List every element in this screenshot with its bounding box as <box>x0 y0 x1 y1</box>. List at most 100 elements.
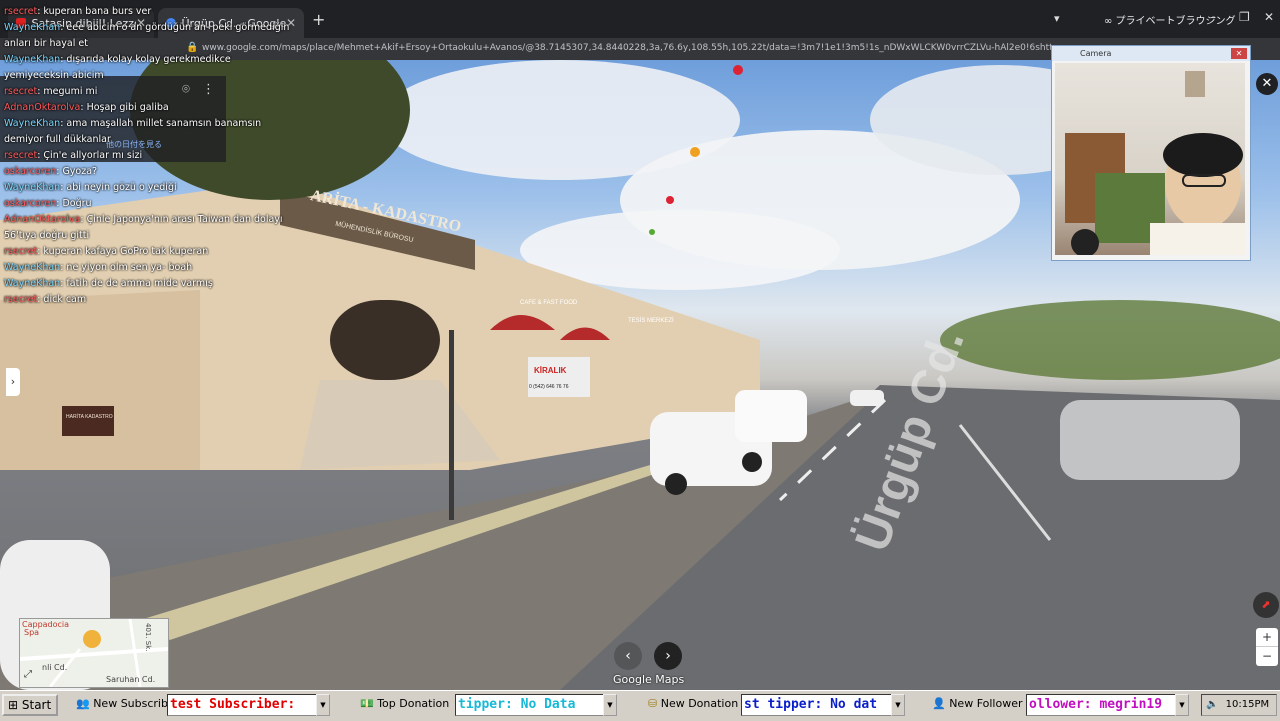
chat-username: oskarcoren <box>4 166 57 177</box>
new-subscriber-item[interactable]: 👥 New Subscriber <box>76 697 179 710</box>
chat-text: : Gyoza? <box>56 166 98 177</box>
system-tray: 🔈 10:15PM <box>1201 694 1277 716</box>
url-text[interactable]: www.google.com/maps/place/Mehmet+Akif+Er… <box>202 43 1052 53</box>
chat-text: anları bir hayal et <box>4 38 88 49</box>
chat-username: AdnanOktarolva <box>4 102 81 113</box>
chat-message: 56'tıya doğru gitti <box>4 228 264 244</box>
previous-image-button[interactable]: ‹ <box>614 642 642 670</box>
window-close-icon[interactable]: ✕ <box>1264 10 1274 24</box>
kiralik-sign: KİRALIK <box>534 366 567 375</box>
money-icon: 💵 <box>360 697 374 710</box>
new-donation-label: New Donation <box>660 697 739 710</box>
minimap[interactable]: Cappadocia Spa nli Cd. Saruhan Cd. 401. … <box>19 618 169 688</box>
chat-text: : abi neyin gözü o yediği <box>60 182 177 193</box>
chat-text: demiyor full dükkanlar <box>4 134 111 145</box>
new-follower-item[interactable]: 👤 New Follower <box>932 697 1023 710</box>
expand-minimap-icon[interactable]: ⤢ <box>24 669 32 680</box>
chat-text: 56'tıya doğru gitti <box>4 230 90 241</box>
chat-username: rsecret <box>4 294 38 305</box>
chat-username: WayneKhan <box>4 118 61 129</box>
donation-ticker: tipper: No Data <box>455 694 605 716</box>
chat-username: rsecret <box>4 246 38 257</box>
windows-logo-icon: ⊞ <box>8 698 22 712</box>
minimap-label: nli Cd. <box>42 663 68 672</box>
chat-username: WayneKhan <box>4 22 61 33</box>
small-sign: HARİTA KADASTRO <box>66 413 113 420</box>
chat-text: yemiyeceksin abicim <box>4 70 104 81</box>
chat-message: rsecret: Çin'e allyorlar mı sizi <box>4 148 264 164</box>
webcam-feed <box>1055 63 1245 255</box>
cafe-sign: CAFE & FAST FOOD <box>520 300 578 306</box>
chat-message: WayneKhan: dışarıda kolay kolay gerekmed… <box>4 52 264 68</box>
volume-icon[interactable]: 🔈 <box>1206 699 1218 710</box>
google-maps-brand: Google Maps <box>613 673 685 686</box>
taskbar: ⊞ Start 👥 New Subscriber test Subscriber… <box>0 690 1280 721</box>
chat-username: WayneKhan <box>4 262 61 273</box>
chat-text: : Çin'e allyorlar mı sizi <box>37 150 143 161</box>
chat-message: rsecret: megumi mi <box>4 84 264 100</box>
follower-ticker: ollower: megrin19 <box>1026 694 1176 716</box>
chat-text: : dick cam <box>37 294 87 305</box>
chat-text: : ama maşallah millet sanamsın banamsın <box>60 118 262 129</box>
chat-message: anları bir hayal et <box>4 36 264 52</box>
chat-username: rsecret <box>4 6 38 17</box>
chat-message: oskarcoren: Gyoza? <box>4 164 264 180</box>
coins-icon: ⛁ <box>648 697 658 710</box>
chat-message: AdnanOktarolva: Hoşap gibi galiba <box>4 100 264 116</box>
chat-text: : kuperan bana burs ver <box>37 6 152 17</box>
chat-text: : kuperan kafaya GoPro tak kuperan <box>37 246 209 257</box>
zoom-out-button[interactable]: − <box>1256 646 1278 665</box>
zoom-in-button[interactable]: + <box>1256 628 1278 646</box>
phone-sign: 0 (542) 646 76 76 <box>529 384 569 390</box>
chat-message: WayneKhan: ama maşallah millet sanamsın … <box>4 116 264 132</box>
chat-username: WayneKhan <box>4 278 61 289</box>
dropdown-arrow-icon[interactable]: ▼ <box>316 694 330 716</box>
chat-text: : Doğru <box>56 198 92 209</box>
expand-panel-button[interactable]: › <box>6 368 20 396</box>
person-icon: 👤 <box>932 697 946 710</box>
chat-username: oskarcoren <box>4 198 57 209</box>
start-label: Start <box>21 698 52 712</box>
clock: 10:15PM <box>1225 699 1270 710</box>
next-image-button[interactable]: › <box>654 642 682 670</box>
subscriber-ticker: test Subscriber: <box>167 694 317 716</box>
zoom-controls: + − <box>1256 628 1278 666</box>
chat-message: rsecret: kuperan bana burs ver <box>4 4 264 20</box>
chat-text: : megumi mi <box>37 86 98 97</box>
new-tab-button[interactable]: + <box>312 10 325 29</box>
start-button[interactable]: ⊞ Start <box>2 694 58 716</box>
chat-username: WayneKhan <box>4 182 61 193</box>
chat-username: AdnanOktarolva <box>4 214 81 225</box>
chat-text: : dışarıda kolay kolay gerekmedikce <box>60 54 231 65</box>
minimap-label: 401. Sk. <box>144 623 152 652</box>
camera-close-button[interactable]: ✕ <box>1231 48 1247 59</box>
top-donation-item[interactable]: 💵 Top Donation <box>360 697 449 710</box>
minimap-label: Saruhan Cd. <box>106 675 156 684</box>
chat-username: rsecret <box>4 150 38 161</box>
chat-text: : Hoşap gibi galiba <box>80 102 169 113</box>
tab-search-chevron-icon[interactable]: ▾ <box>1054 12 1060 25</box>
chat-text: : Çinle Japonya'nın arası Taiwan dan dol… <box>80 214 283 225</box>
minimap-label: Spa <box>24 628 40 637</box>
chat-message: WayneKhan: abi neyin gözü o yediği <box>4 180 264 196</box>
chat-message: rsecret: kuperan kafaya GoPro tak kupera… <box>4 244 264 260</box>
chat-message: WayneKhan: fatih de de amma mide varmış <box>4 276 264 292</box>
camera-window[interactable]: Camera ✕ <box>1051 45 1251 261</box>
dropdown-arrow-icon[interactable]: ▼ <box>603 694 617 716</box>
minimize-icon[interactable]: – <box>1210 10 1216 24</box>
chat-text: : eee abicim o an gördüğün an- peki görm… <box>60 22 290 33</box>
dropdown-arrow-icon[interactable]: ▼ <box>1175 694 1189 716</box>
maximize-icon[interactable]: ❐ <box>1239 10 1250 24</box>
top-donation-label: Top Donation <box>377 697 450 710</box>
tesis-sign: TESİS MERKEZİ <box>628 317 674 324</box>
new-donation-item[interactable]: ⛁ New Donation <box>648 697 738 710</box>
chat-text: : fatih de de amma mide varmış <box>60 278 213 289</box>
chat-message: WayneKhan: ne yiyon olm sen ya- boah <box>4 260 264 276</box>
compass-icon[interactable]: ⬈ <box>1253 592 1279 618</box>
tipper-ticker: st tipper: No dat <box>741 694 893 716</box>
private-label: プライベートブラウジング <box>1115 16 1236 27</box>
chat-username: rsecret <box>4 86 38 97</box>
close-street-view-button[interactable]: ✕ <box>1256 73 1278 95</box>
dropdown-arrow-icon[interactable]: ▼ <box>891 694 905 716</box>
chat-message: AdnanOktarolva: Çinle Japonya'nın arası … <box>4 212 283 228</box>
